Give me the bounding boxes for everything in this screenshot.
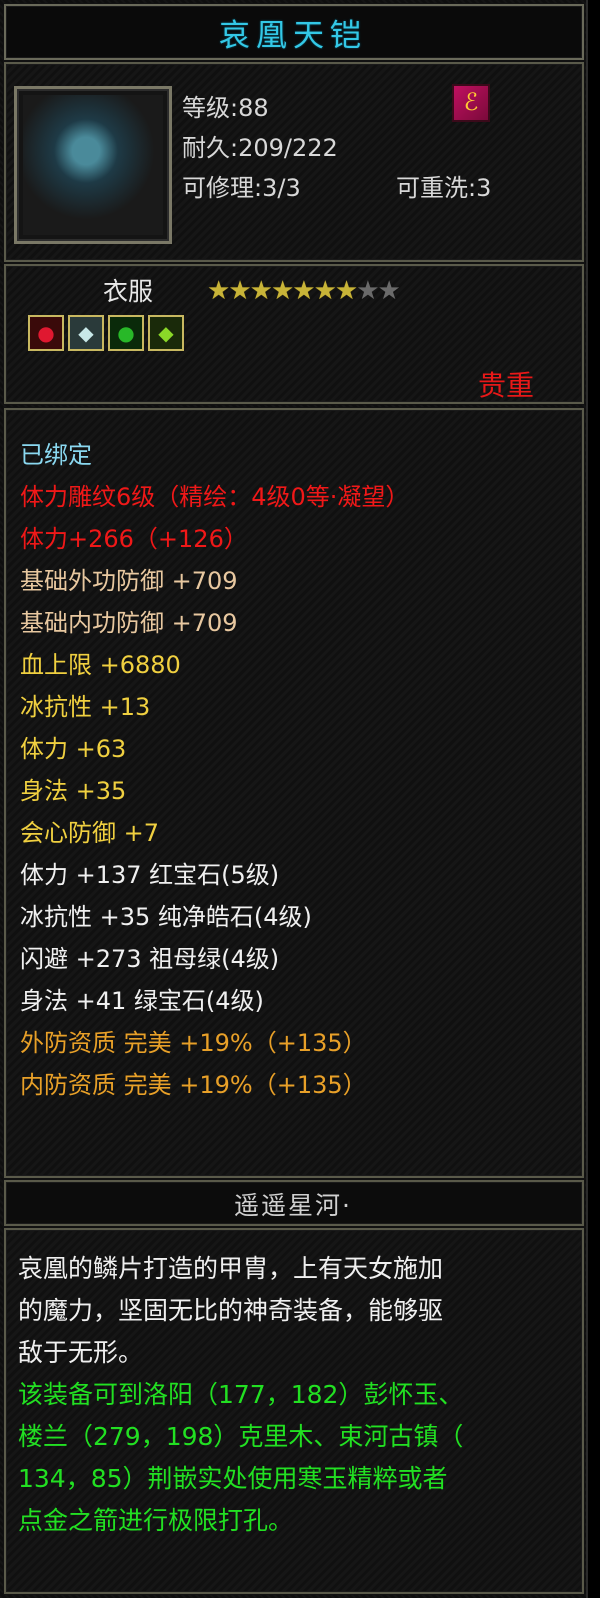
gem-slots: ● ◆ ● ◆ (28, 315, 188, 351)
gem-attribute-line: 体力 +137 红宝石(5级) (20, 861, 280, 889)
diamond-gem-icon: ◆ (68, 315, 104, 351)
attribute-line: 基础内功防御 +709 (20, 609, 238, 637)
attribute-line: 会心防御 +7 (20, 819, 160, 847)
item-rewashable: 可重洗:3 (396, 174, 492, 202)
gem-attribute-line: 身法 +41 绿宝石(4级) (20, 987, 264, 1015)
star-filled-icon: ★ (228, 276, 251, 306)
attribute-list: 已绑定 体力雕纹6级（精绘：4级0等·凝望） 体力+266（+126） 基础外功… (20, 434, 409, 1106)
star-filled-icon: ★ (334, 276, 358, 306)
emerald-gem-icon: ● (108, 315, 144, 351)
attribute-line: 体力雕纹6级（精绘：4级0等·凝望） (20, 483, 410, 511)
attribute-line: 身法 +35 (20, 777, 127, 805)
item-icon-frame (14, 86, 172, 244)
ruby-gem-icon: ● (28, 315, 64, 351)
item-type: 衣服 (103, 277, 154, 306)
rarity-label: 贵重 (477, 369, 534, 402)
hint-line: 楼兰（279，198）克里木、束河古镇（ (18, 1422, 464, 1451)
star-filled-icon: ★ (207, 276, 230, 306)
armor-icon (23, 95, 163, 235)
item-tooltip: 哀凰天铠 等级:88 耐久:209/222 可修理:3/3 可重洗:3 ℰ 衣服… (0, 0, 588, 1598)
hint-line: 点金之箭进行极限打孔。 (18, 1506, 294, 1535)
item-durability: 耐久:209/222 (182, 134, 338, 162)
hint-line: 134，85）荆嵌实处使用寒玉精粹或者 (18, 1464, 448, 1493)
item-repairable: 可修理:3/3 (182, 174, 301, 202)
description-line: 敌于无形。 (18, 1338, 144, 1367)
star-filled-icon: ★ (270, 276, 294, 306)
star-empty-icon: ★ (356, 276, 379, 306)
star-filled-icon: ★ (292, 276, 315, 306)
aptitude-line: 外防资质 完美 +19%（+135） (20, 1029, 367, 1057)
item-level: 等级:88 (182, 94, 269, 122)
description: 哀凰的鳞片打造的甲胄，上有天女施加 的魔力，坚固无比的神奇装备，能够驱 敌于无形… (18, 1248, 568, 1542)
description-line: 哀凰的鳞片打造的甲胄，上有天女施加 (18, 1254, 444, 1283)
attribute-line: 基础外功防御 +709 (20, 567, 238, 595)
star-filled-icon: ★ (313, 276, 337, 306)
star-filled-icon: ★ (249, 276, 273, 306)
phoenix-badge-icon: ℰ (452, 84, 490, 122)
bound-status: 已绑定 (20, 441, 92, 469)
green-gem-icon: ◆ (148, 315, 184, 351)
star-rating: ★★★★★★★★★ (207, 276, 401, 306)
attribute-line: 体力+266（+126） (20, 525, 248, 553)
gem-attribute-line: 闪避 +273 祖母绿(4级) (20, 945, 280, 973)
description-line: 的魔力，坚固无比的神奇装备，能够驱 (18, 1296, 444, 1325)
attribute-line: 冰抗性 +13 (20, 693, 151, 721)
attribute-line: 血上限 +6880 (20, 651, 181, 679)
attribute-line: 体力 +63 (20, 735, 127, 763)
hint-line: 该装备可到洛阳（177，182）彭怀玉、 (18, 1380, 464, 1409)
aptitude-line: 内防资质 完美 +19%（+135） (20, 1071, 367, 1099)
star-empty-icon: ★ (377, 276, 401, 306)
gem-attribute-line: 冰抗性 +35 纯净皓石(4级) (20, 903, 312, 931)
item-name: 哀凰天铠 (219, 18, 367, 54)
maker-name: 遥遥星河· (234, 1191, 352, 1220)
